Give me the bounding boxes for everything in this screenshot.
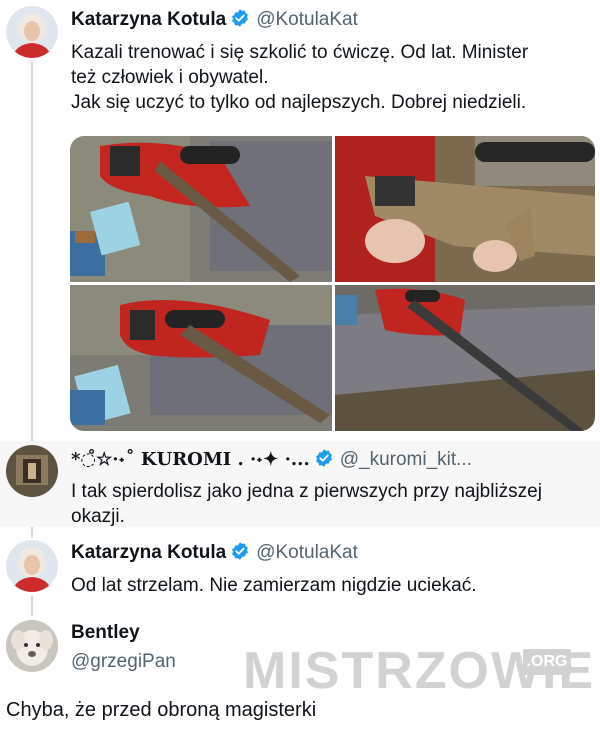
author-name[interactable]: Bentley — [71, 622, 140, 644]
caption-text: Chyba, że przed obroną magisterki — [6, 699, 317, 721]
media-photo[interactable] — [70, 136, 332, 282]
author-row: Katarzyna Kotula @KotulaKat — [71, 8, 358, 33]
thread-connector — [31, 596, 33, 616]
tweet-text-line: Jak się uczyć to tylko od najlepszych. D… — [71, 92, 527, 113]
author-name[interactable]: Katarzyna Kotula — [71, 9, 226, 30]
tweet-text-line: Kazali trenować i się szkolić to ćwiczę.… — [71, 42, 529, 63]
tweet-text-line: też człowiek i obywatel. — [71, 67, 269, 88]
media-photo[interactable] — [335, 136, 595, 282]
thread-connector — [31, 62, 33, 442]
author-row: *◌̊☆·˖˚ 𝐊𝐔𝐑𝐎𝐌𝐈 . ·˖✦ ·... @_kuromi_kit... — [71, 448, 472, 473]
author-row: Katarzyna Kotula @KotulaKat — [71, 541, 358, 566]
media-photo[interactable] — [335, 285, 595, 431]
verified-badge-icon — [314, 448, 334, 473]
avatar[interactable] — [6, 620, 58, 672]
tweet-text: Od lat strzelam. Nie zamierzam nigdzie u… — [71, 575, 477, 596]
author-name[interactable]: *◌̊☆·˖˚ 𝐊𝐔𝐑𝐎𝐌𝐈 . ·˖✦ ·... — [71, 449, 310, 470]
tweet-text-line: I tak spierdolisz jako jedna z pierwszyc… — [71, 481, 542, 502]
tweet-text: Kazali trenować i się szkolić to ćwiczę.… — [71, 40, 596, 115]
author-handle[interactable]: @_kuromi_kit... — [340, 449, 472, 470]
avatar[interactable] — [6, 445, 58, 497]
tweet-text: I tak spierdolisz jako jedna z pierwszyc… — [71, 479, 596, 529]
watermark-suffix: .ORG — [523, 649, 571, 675]
avatar[interactable] — [6, 6, 58, 58]
verified-badge-icon — [230, 8, 250, 33]
author-handle[interactable]: @KotulaKat — [256, 9, 358, 30]
media-photo[interactable] — [70, 285, 332, 431]
author-handle[interactable]: @KotulaKat — [256, 542, 358, 563]
tweet-text-line: okazji. — [71, 506, 125, 527]
author-handle[interactable]: @grzegiPan — [71, 651, 176, 673]
author-name[interactable]: Katarzyna Kotula — [71, 542, 226, 563]
verified-badge-icon — [230, 541, 250, 566]
avatar[interactable] — [6, 540, 58, 592]
